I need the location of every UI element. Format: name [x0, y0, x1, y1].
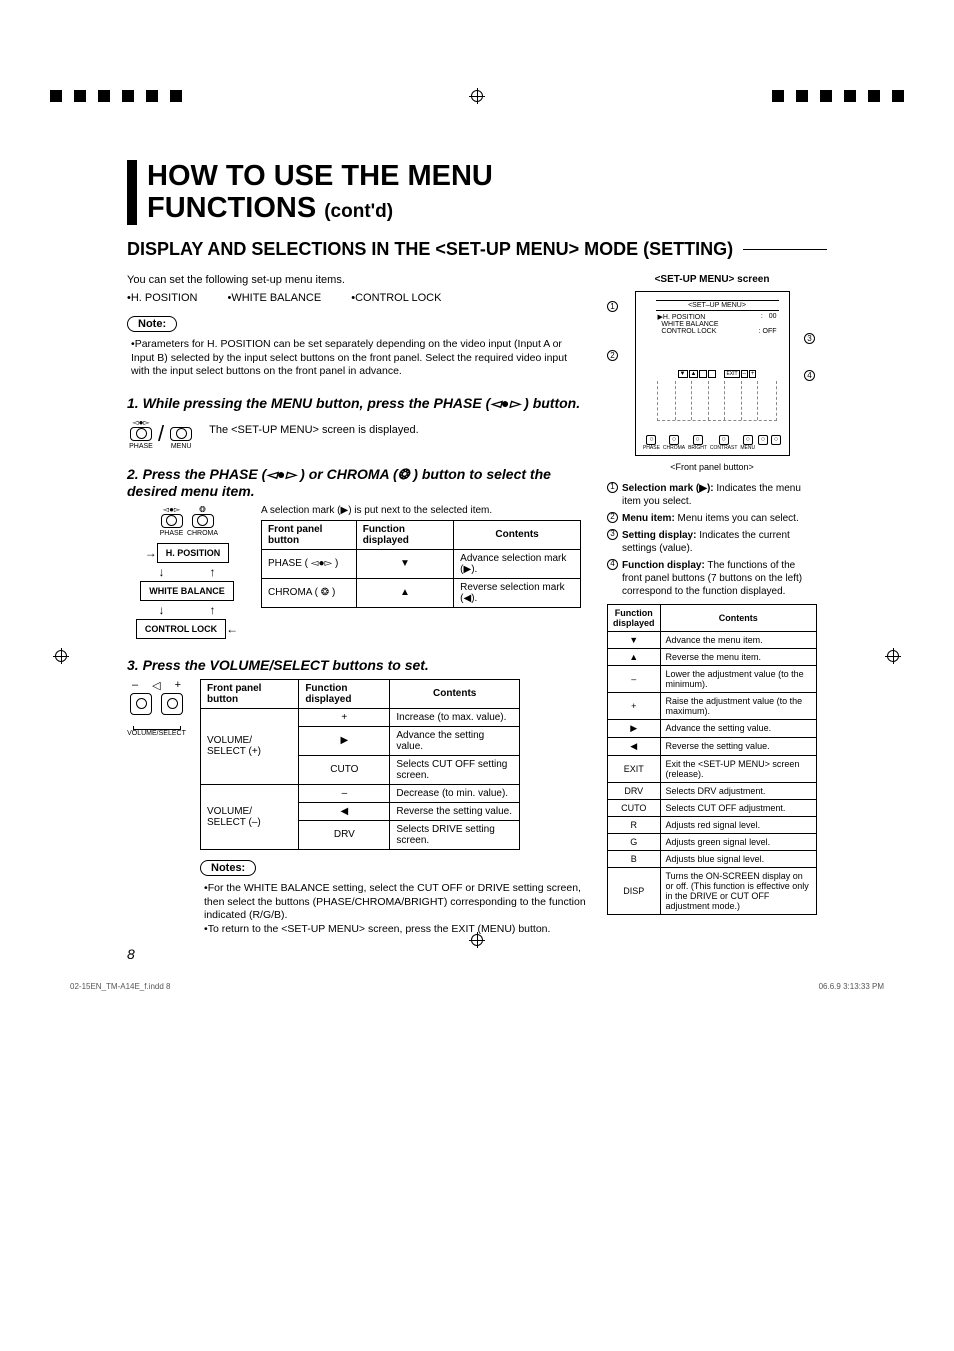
setup-item: WHITE BALANCE [227, 292, 321, 304]
footer-timestamp: 06.6.9 3:13:33 PM [819, 982, 884, 991]
menu-stack-illustration: →H. POSITION ↓↑ WHITE BALANCE ↓↑ CONTROL… [136, 541, 238, 641]
title-cont: (cont'd) [324, 201, 393, 222]
page-title: HOW TO USE THE MENUFUNCTIONS (cont'd) [127, 160, 827, 225]
step2-table: Front panel button Function displayed Co… [261, 520, 581, 608]
setup-item: H. POSITION [127, 292, 197, 304]
subtitle-text: DISPLAY AND SELECTIONS IN THE <SET-UP ME… [127, 239, 733, 260]
callout-numbers-right: 3 4 [804, 291, 817, 381]
front-panel-caption: <Front panel button> [607, 462, 817, 472]
phase-menu-buttons-illustration: ◅●▻PHASE / MENU [127, 418, 195, 450]
setup-screen-title: <SET-UP MENU> screen [607, 274, 817, 285]
notes2-body: For the WHITE BALANCE setting, select th… [204, 882, 587, 937]
note-label: Note: [127, 316, 177, 332]
step2-selection-note: A selection mark (▶) is put next to the … [261, 505, 581, 516]
registration-mark-bottom [471, 934, 483, 946]
setup-item: CONTROL LOCK [351, 292, 441, 304]
step1-title: 1. While pressing the MENU button, press… [127, 395, 587, 412]
setup-menu-screen-illustration: <SET–UP MENU> ▶H. POSITION: 00 WHITE BAL… [635, 291, 790, 456]
intro-text: You can set the following set-up menu it… [127, 274, 587, 286]
step3-table: Front panel button Function displayed Co… [200, 679, 520, 850]
registration-mark-left [55, 650, 67, 662]
title-main: HOW TO USE THE MENUFUNCTIONS [147, 160, 493, 224]
page-number: 8 [127, 946, 827, 962]
footer-filename: 02-15EN_TM-A14E_f.indd 8 [70, 982, 171, 991]
callout-list: 1Selection mark (▶): Indicates the menu … [607, 482, 817, 598]
registration-mark-right [887, 650, 899, 662]
step3-title: 3. Press the VOLUME/SELECT buttons to se… [127, 657, 587, 673]
crop-mark-top-right [760, 90, 904, 102]
notes-label: Notes: [200, 860, 256, 876]
callout-numbers-left: 1 2 [607, 291, 620, 361]
section-heading: DISPLAY AND SELECTIONS IN THE <SET-UP ME… [127, 239, 827, 260]
volume-select-illustration: –◁+ VOLUME/SELECT [127, 679, 186, 737]
print-footer: 02-15EN_TM-A14E_f.indd 8 06.6.9 3:13:33 … [50, 982, 904, 991]
note-body: Parameters for H. POSITION can be set se… [131, 338, 587, 379]
registration-mark-top [471, 90, 483, 102]
step2-title: 2. Press the PHASE (◅●▻ ) or CHROMA (❂ )… [127, 466, 587, 499]
step1-body: The <SET-UP MENU> screen is displayed. [209, 418, 419, 436]
crop-mark-top-left [50, 90, 194, 102]
setup-items-list: H. POSITION WHITE BALANCE CONTROL LOCK [127, 292, 587, 304]
phase-chroma-buttons-illustration: ◅●▻PHASE ❂CHROMA [158, 505, 217, 537]
function-displayed-table: Function displayedContents ▼Advance the … [607, 604, 817, 915]
